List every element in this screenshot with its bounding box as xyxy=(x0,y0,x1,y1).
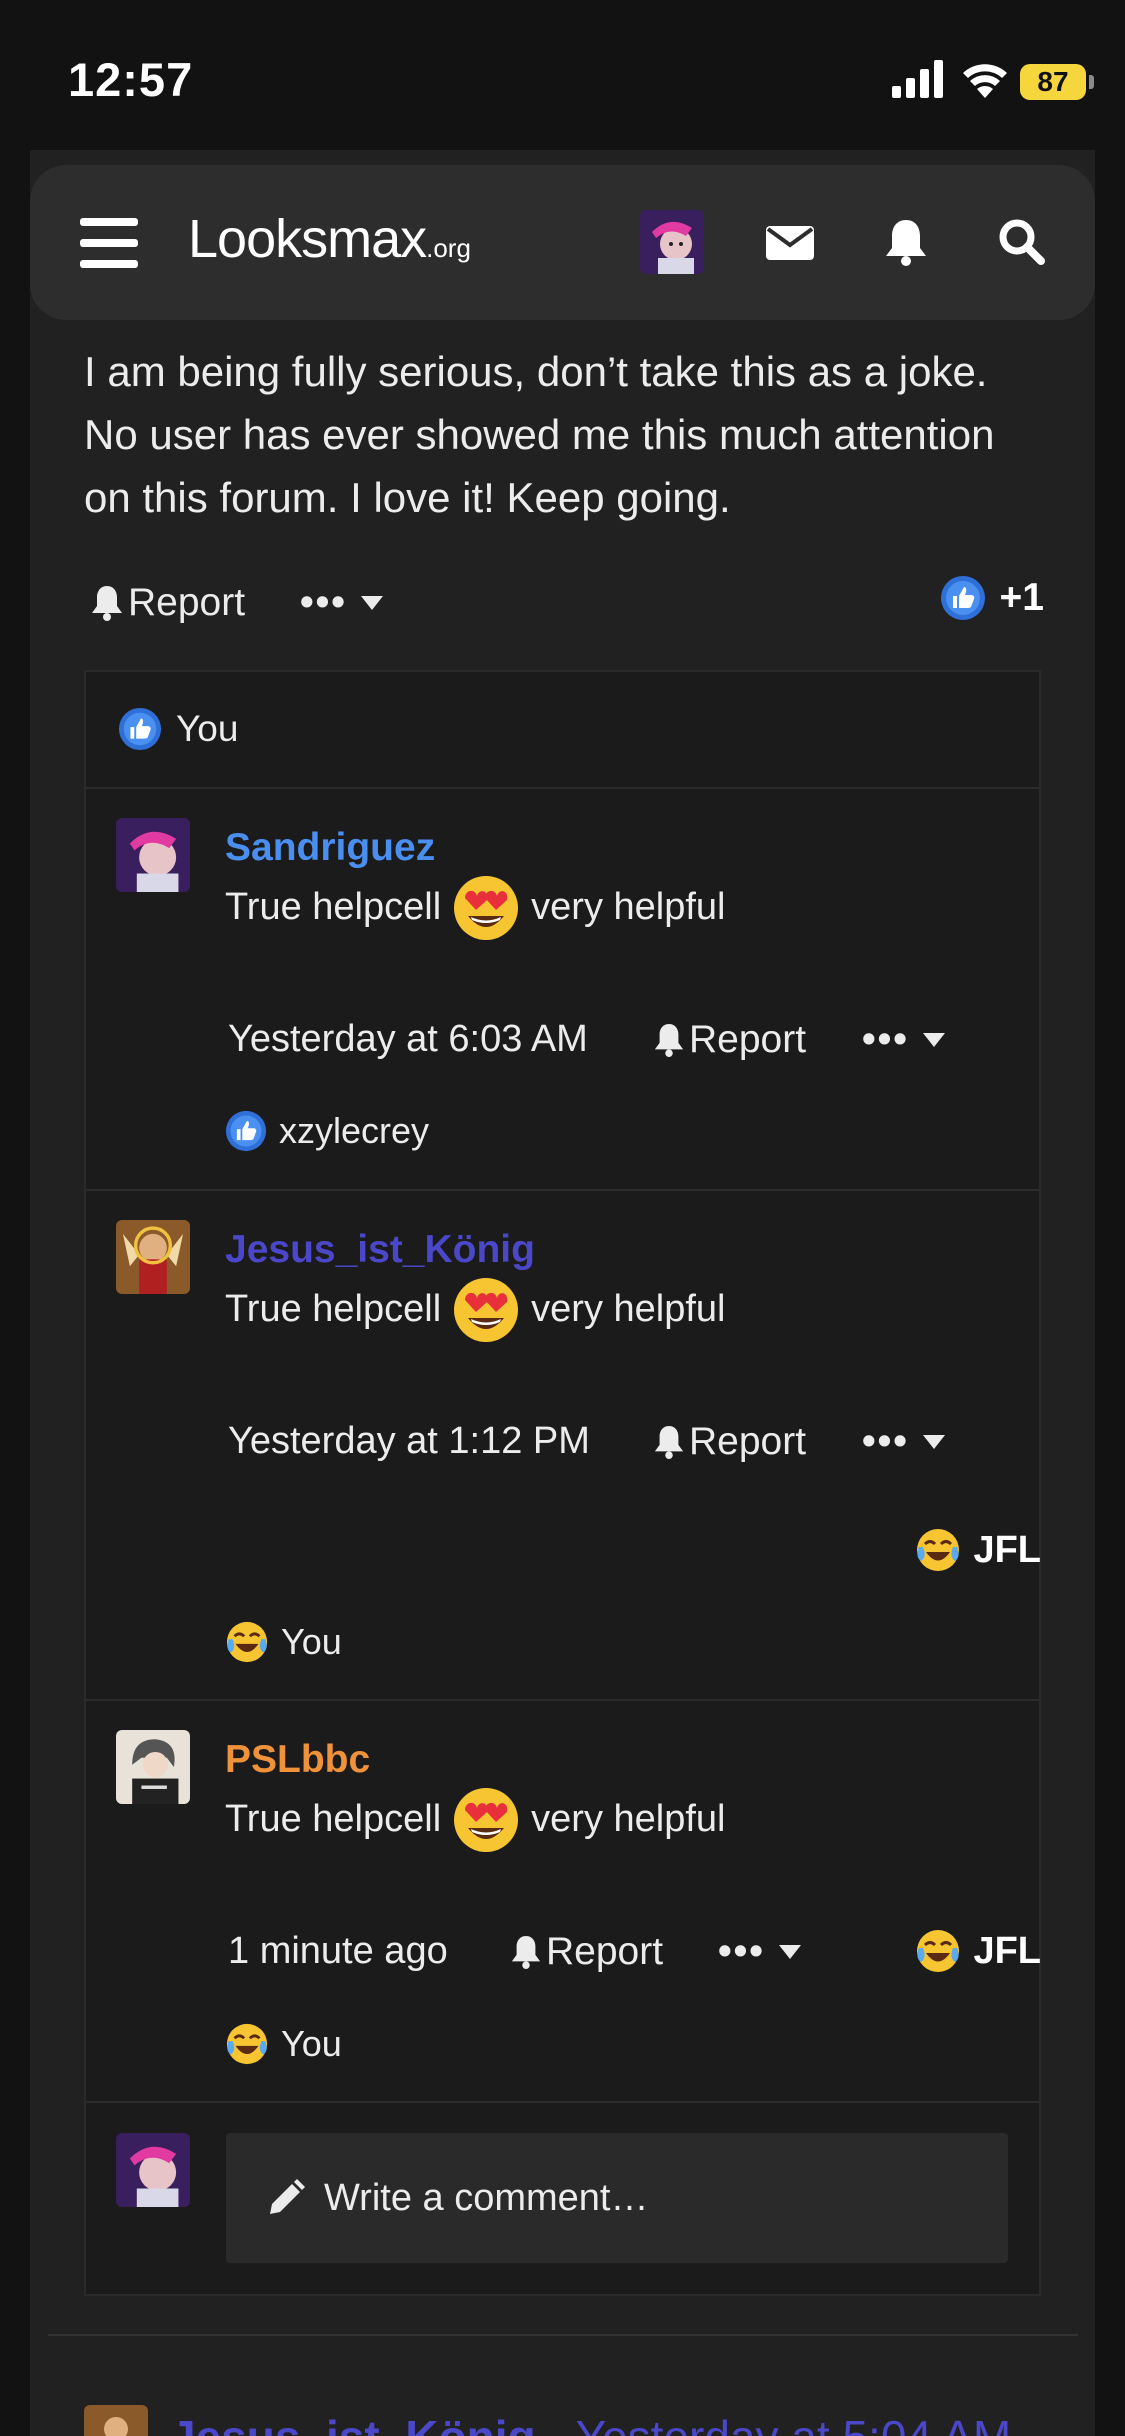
reaction-label: JFL xyxy=(973,1528,1041,1571)
comment-text-after: very helpful xyxy=(531,885,726,928)
post-report-label: Report xyxy=(128,581,246,624)
crying-laughing-icon xyxy=(917,1930,960,1972)
divider xyxy=(86,2101,1039,2103)
comment-text-after: very helpful xyxy=(531,1287,726,1330)
comment-reactors[interactable]: You xyxy=(225,1620,342,1664)
comment-report-label: Report xyxy=(689,1018,807,1061)
comment-meta: Yesterday at 6:03 AM Report ••• xyxy=(228,1018,1028,1068)
comment-more-button[interactable]: ••• xyxy=(862,1018,945,1062)
post-like-count[interactable]: +1 xyxy=(940,575,1044,621)
heart-eyes-emoji-icon xyxy=(454,1788,519,1852)
bell-icon xyxy=(654,1024,684,1057)
comment-author[interactable]: PSLbbc xyxy=(225,1738,370,1782)
site-logo[interactable]: Looksmax.org xyxy=(188,208,471,270)
comment-avatar[interactable] xyxy=(116,818,190,892)
chevron-down-icon xyxy=(922,1435,945,1449)
next-post-avatar[interactable] xyxy=(84,2405,148,2436)
comment-report-button[interactable]: Report xyxy=(653,1018,806,1062)
comment-text-before: True helpcell xyxy=(225,1287,442,1330)
write-comment-placeholder: Write a comment… xyxy=(324,2176,649,2219)
write-comment-input[interactable]: Write a comment… xyxy=(226,2133,1008,2263)
divider xyxy=(48,2334,1078,2336)
comment-timestamp[interactable]: 1 minute ago xyxy=(228,1930,448,1973)
comment-report-label: Report xyxy=(689,1420,807,1463)
comment-timestamp[interactable]: Yesterday at 6:03 AM xyxy=(228,1018,588,1061)
heart-eyes-emoji-icon xyxy=(454,1278,519,1342)
comment-reaction-summary[interactable]: JFL xyxy=(915,1928,1041,1974)
more-dots-icon: ••• xyxy=(862,1018,909,1061)
crying-laughing-icon xyxy=(917,1529,960,1571)
heart-eyes-emoji-icon xyxy=(454,876,519,940)
chevron-down-icon xyxy=(922,1033,945,1047)
status-time: 12:57 xyxy=(68,53,194,106)
likers-text: You xyxy=(176,708,239,749)
next-post-timestamp[interactable]: Yesterday at 5:04 AM xyxy=(576,2411,1012,2436)
wifi-icon xyxy=(963,64,1007,98)
chevron-down-icon xyxy=(778,1945,801,1959)
post-actions: Report ••• +1 xyxy=(84,575,1044,635)
next-post-author[interactable]: Jesus_ist_König xyxy=(170,2411,536,2436)
comment-author[interactable]: Jesus_ist_König xyxy=(225,1228,535,1272)
comment-reaction-summary[interactable]: JFL xyxy=(915,1527,1041,1573)
reactor-name: xzylecrey xyxy=(279,1110,430,1151)
logo-suffix: .org xyxy=(426,233,471,263)
crying-laughing-icon xyxy=(226,2023,268,2065)
menu-icon[interactable] xyxy=(80,218,138,268)
user-avatar[interactable] xyxy=(640,210,704,274)
comment-author[interactable]: Sandriguez xyxy=(225,826,435,870)
crying-laughing-icon xyxy=(226,1621,268,1663)
mail-icon[interactable] xyxy=(762,214,818,270)
comment-text-before: True helpcell xyxy=(225,1797,442,1840)
reactor-name: You xyxy=(281,1621,342,1662)
comment-reactors[interactable]: xzylecrey xyxy=(225,1110,429,1152)
like-icon xyxy=(940,576,985,620)
post-more-button[interactable]: ••• xyxy=(300,581,383,625)
comment-text: True helpcell very helpful xyxy=(225,1274,725,1344)
more-dots-icon: ••• xyxy=(718,1930,765,1973)
comment-report-button[interactable]: Report xyxy=(510,1930,663,1974)
reactor-name: You xyxy=(281,2023,342,2064)
more-dots-icon: ••• xyxy=(862,1420,909,1463)
divider xyxy=(86,1189,1039,1191)
divider xyxy=(86,1699,1039,1701)
comment-report-label: Report xyxy=(546,1930,664,1973)
post-report-button[interactable]: Report xyxy=(90,581,245,625)
cellular-signal-icon xyxy=(892,60,943,98)
post-text: I am being fully serious, don’t take thi… xyxy=(84,348,995,521)
pencil-icon xyxy=(270,2179,305,2214)
like-count-text: +1 xyxy=(999,576,1044,619)
post-likers[interactable]: You xyxy=(84,670,1041,788)
more-dots-icon: ••• xyxy=(300,581,347,624)
bell-icon xyxy=(511,1936,541,1969)
status-bar: 12:57 87 xyxy=(0,0,1125,150)
comment-meta: Yesterday at 1:12 PM Report ••• xyxy=(228,1420,1028,1470)
comment-reactors[interactable]: You xyxy=(225,2022,342,2066)
comment-avatar[interactable] xyxy=(116,1220,190,1294)
like-icon xyxy=(225,1110,267,1152)
comment-text-before: True helpcell xyxy=(225,885,442,928)
comment-more-button[interactable]: ••• xyxy=(718,1930,801,1974)
battery-indicator: 87 xyxy=(1020,64,1086,100)
next-post-header: Jesus_ist_König · Yesterday at 5:04 AM xyxy=(170,2410,1011,2436)
reaction-label: JFL xyxy=(973,1929,1041,1972)
comment-meta: 1 minute ago Report ••• xyxy=(228,1930,1028,1980)
divider xyxy=(86,787,1039,789)
battery-cap xyxy=(1089,75,1094,89)
comment-more-button[interactable]: ••• xyxy=(862,1420,945,1464)
logo-text: Looksmax xyxy=(188,209,427,269)
comment-report-button[interactable]: Report xyxy=(653,1420,806,1464)
bell-icon[interactable] xyxy=(878,214,934,270)
like-icon xyxy=(118,707,162,751)
current-user-avatar[interactable] xyxy=(116,2133,190,2207)
bell-icon xyxy=(92,586,122,621)
comment-text: True helpcell very helpful xyxy=(225,1784,725,1854)
next-post-separator: · xyxy=(548,2411,563,2436)
chevron-down-icon xyxy=(360,596,383,610)
search-icon[interactable] xyxy=(994,214,1050,270)
bell-icon xyxy=(654,1426,684,1459)
comment-text-after: very helpful xyxy=(531,1797,726,1840)
comment-avatar[interactable] xyxy=(116,1730,190,1804)
comment-text: True helpcell very helpful xyxy=(225,872,725,942)
comment-timestamp[interactable]: Yesterday at 1:12 PM xyxy=(228,1420,590,1463)
